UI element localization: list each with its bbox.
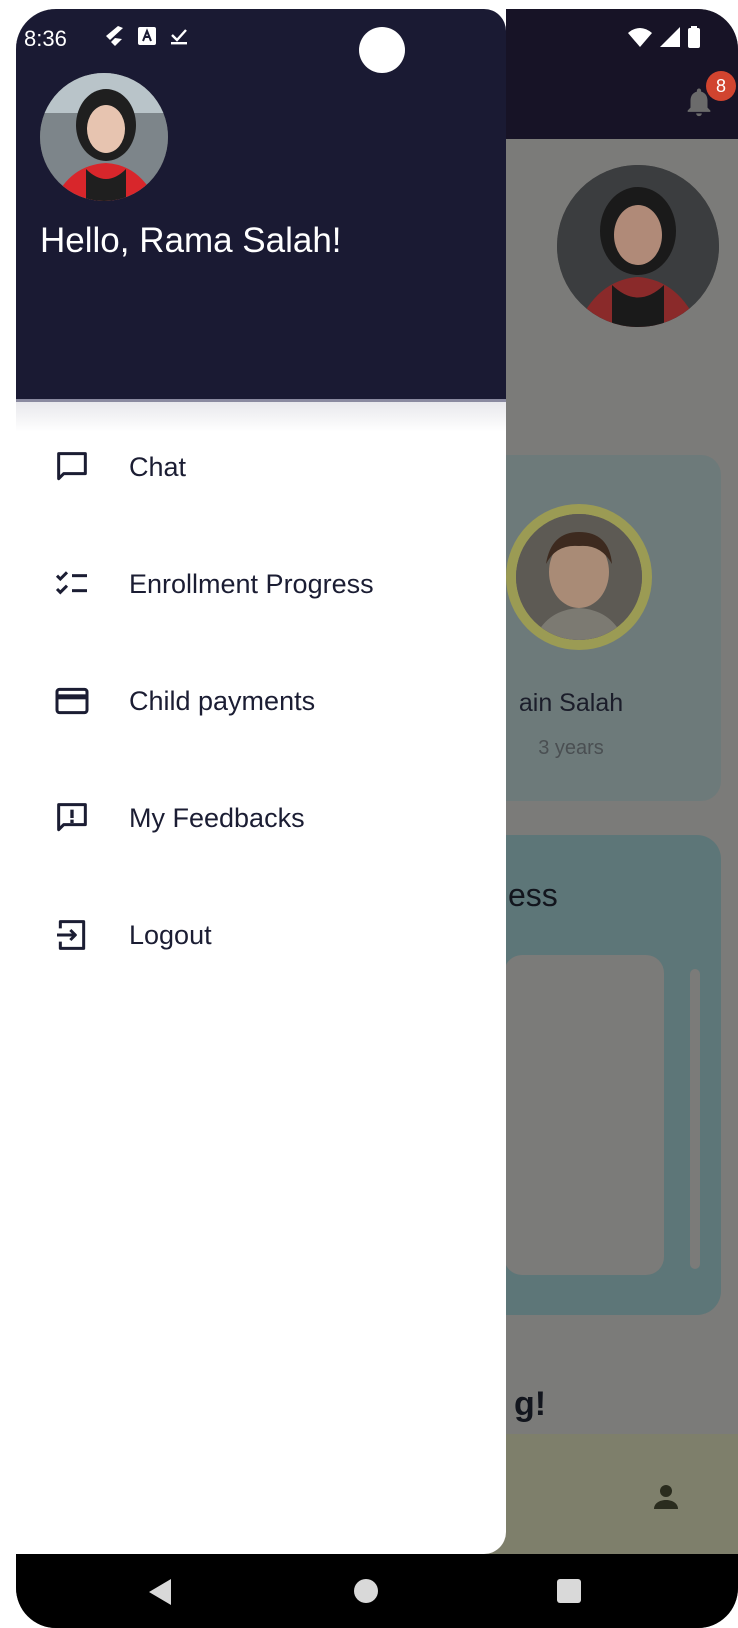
menu-item-label: Chat [129,451,187,482]
profile-avatar[interactable] [557,165,719,327]
status-time: 8:36 [24,26,67,51]
checklist-icon [52,564,92,604]
battery-icon [688,26,700,48]
download-done-icon [171,29,187,45]
credit-card-icon [52,681,92,721]
logout-icon [52,915,92,955]
a-box-icon [138,27,156,45]
navigation-drawer: Hello, Rama Salah! Chat Enrollment Progr… [16,9,506,1554]
menu-item-my-feedbacks[interactable]: My Feedbacks [16,778,506,858]
chat-icon [52,447,92,487]
child-photo [516,514,642,640]
menu-item-label: Enrollment Progress [129,568,374,599]
progress-panel [504,955,664,1275]
back-icon[interactable] [149,1579,173,1605]
section-greeting: g! [514,1385,547,1423]
progress-card-title: ess [508,877,558,913]
drawer-avatar-photo [40,73,168,201]
profile-photo [557,165,719,327]
signal-icon [660,27,680,47]
phone-screen: 8 ain Salah 3 years ess g! Hello, Rama S… [16,9,738,1628]
status-icons-left [106,26,188,46]
menu-item-enrollment-progress[interactable]: Enrollment Progress [16,544,506,624]
progress-panel-edge [690,969,700,1269]
menu-item-logout[interactable]: Logout [16,895,506,975]
menu-item-child-payments[interactable]: Child payments [16,661,506,741]
feedback-icon [52,798,92,838]
drawer-greeting: Hello, Rama Salah! [40,221,342,260]
child-avatar[interactable] [516,514,642,640]
status-icons-right [628,26,700,48]
drawer-header [16,9,506,402]
menu-item-label: Child payments [129,685,316,716]
menu-item-label: Logout [129,919,212,950]
notification-badge: 8 [706,71,736,101]
drawer-avatar[interactable] [40,73,168,201]
camera-cutout [359,27,405,73]
home-icon[interactable] [354,1579,378,1603]
recent-apps-icon[interactable] [557,1579,581,1603]
person-icon[interactable] [648,1479,684,1515]
system-navigation-bar [16,1554,738,1628]
wifi-icon [628,28,652,47]
menu-item-chat[interactable]: Chat [16,427,506,507]
flutter-icon [106,26,123,46]
menu-item-label: My Feedbacks [129,802,305,833]
